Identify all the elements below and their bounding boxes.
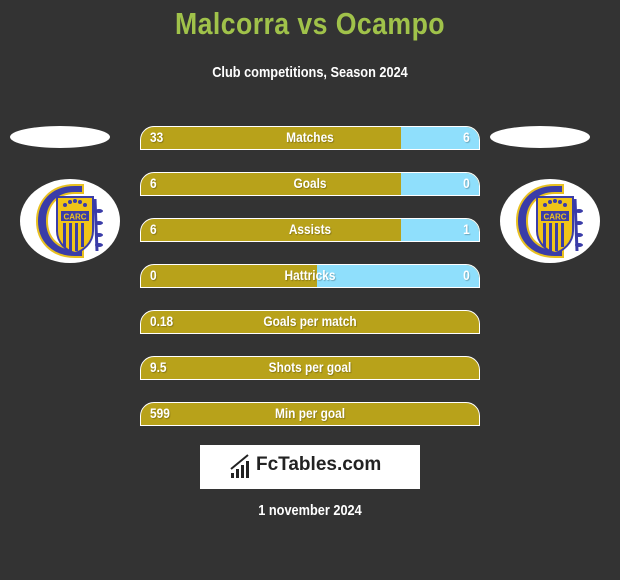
stat-row-min-per-goal: 599 Min per goal [140, 402, 480, 426]
competition-subtitle: Club competitions, Season 2024 [212, 64, 408, 81]
svg-text:CARC: CARC [63, 213, 86, 222]
stat-label: Shots per goal [268, 359, 352, 375]
rosario-central-crest-icon: CARC [515, 184, 583, 258]
stat-row-goals-per-match: 0.18 Goals per match [140, 310, 480, 334]
stat-label: Matches [286, 129, 334, 145]
stat-row-goals: 6 Goals 0 [140, 172, 480, 196]
right-value: 0 [463, 267, 470, 283]
right-value: 1 [463, 221, 470, 237]
fctables-brand-link[interactable]: FcTables.com [200, 445, 420, 489]
bar-chart-icon [230, 454, 249, 478]
stat-label: Min per goal [274, 405, 346, 421]
page-title: Malcorra vs Ocampo [174, 6, 446, 41]
right-value: 0 [463, 175, 470, 191]
left-value: 0 [150, 267, 157, 283]
stat-row-shots-per-goal: 9.5 Shots per goal [140, 356, 480, 380]
stat-label: Hattricks [284, 267, 336, 283]
stat-label: Goals [293, 175, 327, 191]
left-club-logo: CARC [20, 179, 120, 263]
stat-row-matches: 33 Matches 6 [140, 126, 480, 150]
stat-label: Assists [288, 221, 332, 237]
stat-row-hattricks: 0 Hattricks 0 [140, 264, 480, 288]
right-value: 6 [463, 129, 470, 145]
left-value: 33 [150, 129, 164, 145]
stat-row-assists: 6 Assists 1 [140, 218, 480, 242]
stat-label: Goals per match [263, 313, 357, 329]
left-value: 6 [150, 221, 157, 237]
report-date: 1 november 2024 [258, 502, 362, 519]
rosario-central-crest-icon: CARC [35, 184, 103, 258]
right-player-name-placeholder [490, 126, 590, 148]
left-value: 6 [150, 175, 157, 191]
right-club-logo: CARC [500, 179, 600, 263]
svg-text:CARC: CARC [543, 213, 566, 222]
left-value: 9.5 [150, 359, 167, 375]
brand-name: FcTables.com [256, 454, 382, 475]
left-player-name-placeholder [10, 126, 110, 148]
